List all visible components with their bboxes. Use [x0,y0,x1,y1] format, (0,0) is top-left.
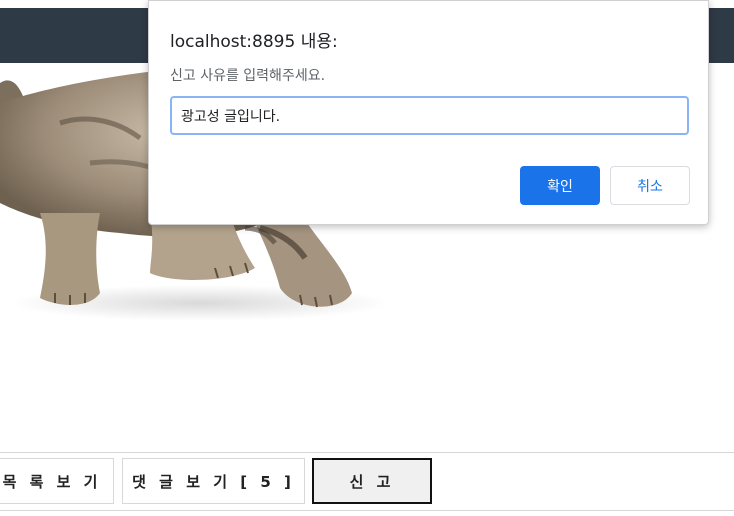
dialog-message: 신고 사유를 입력해주세요. [170,68,326,84]
reason-input[interactable] [170,96,689,135]
report-button[interactable]: 신 고 [312,458,432,504]
bottom-divider [0,510,734,511]
dialog-title: localhost:8895 내용: [170,32,338,52]
prompt-dialog: localhost:8895 내용: 신고 사유를 입력해주세요. 확인 취소 [148,0,709,225]
cancel-button[interactable]: 취소 [610,166,690,205]
view-comments-button[interactable]: 댓 글 보 기 [ 5 ] [122,458,305,504]
divider-line [0,452,734,453]
ok-button[interactable]: 확인 [520,166,600,205]
list-button[interactable]: 목 록 보 기 [0,458,114,504]
